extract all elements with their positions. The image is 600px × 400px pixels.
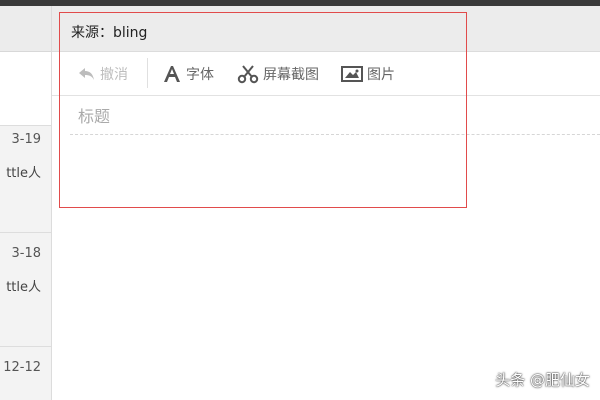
screenshot-label: 屏幕截图 (263, 67, 319, 83)
font-label: 字体 (186, 67, 214, 83)
toolbar-divider (147, 58, 148, 88)
mail-separator (0, 346, 51, 347)
undo-button[interactable]: 撤消 (78, 62, 128, 86)
mail-sender[interactable]: ttle人 (6, 276, 41, 295)
font-icon (162, 64, 186, 84)
image-button[interactable]: 图片 (341, 62, 395, 86)
watermark: 头条 @肥仙女 (495, 371, 590, 389)
editor-toolbar (52, 52, 600, 96)
image-label: 图片 (367, 67, 395, 83)
image-icon (341, 65, 367, 83)
subject-input[interactable] (70, 100, 600, 132)
mail-separator (0, 232, 51, 233)
screenshot-button[interactable]: 屏幕截图 (237, 62, 319, 86)
subject-underline (70, 134, 600, 135)
mail-list-blank (0, 52, 51, 126)
undo-icon (78, 66, 100, 82)
source-label: 来源：bling (71, 25, 148, 41)
mail-list: 3-19 ttle人 3-18 ttle人 12-12 (0, 6, 52, 400)
mail-date[interactable]: 12-12 (3, 360, 41, 375)
mail-sender[interactable]: ttle人 (6, 162, 41, 181)
undo-label: 撤消 (100, 67, 128, 83)
font-button[interactable]: 字体 (162, 62, 214, 86)
scissors-icon (237, 64, 263, 84)
mail-date[interactable]: 3-18 (11, 246, 41, 261)
mail-list-header (0, 6, 51, 52)
mail-date[interactable]: 3-19 (11, 132, 41, 147)
